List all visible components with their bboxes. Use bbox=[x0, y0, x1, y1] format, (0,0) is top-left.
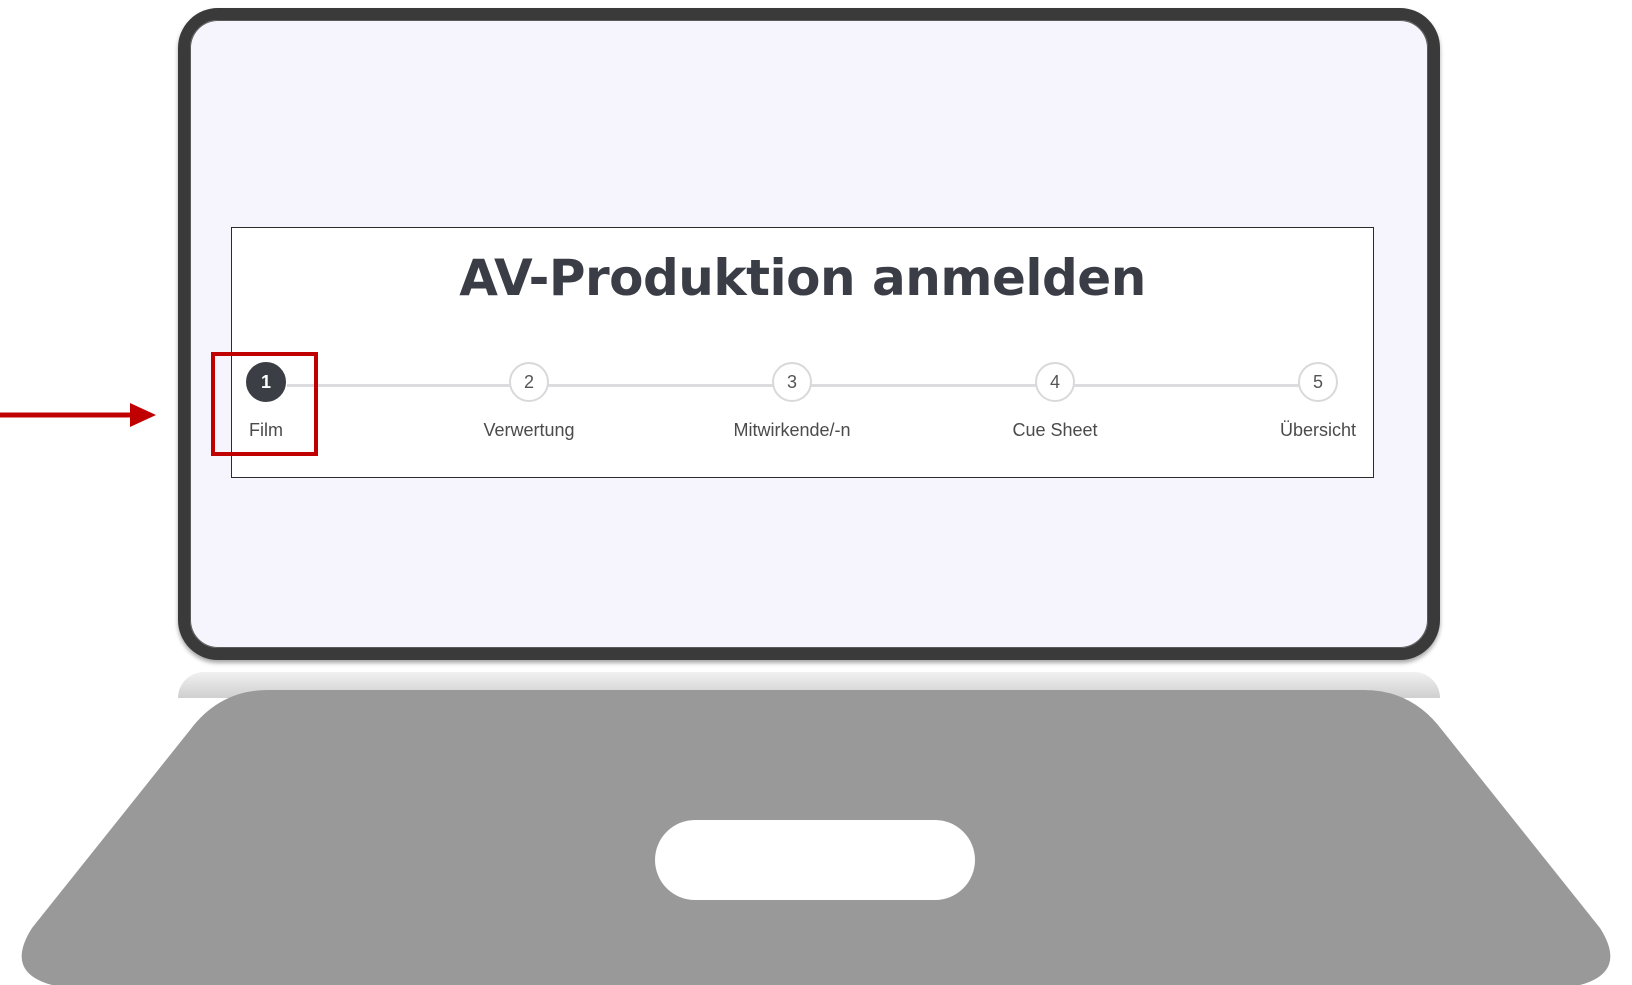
step-number: 4 bbox=[1035, 362, 1075, 402]
step-label: Mitwirkende/-n bbox=[733, 420, 851, 440]
laptop-touchpad bbox=[655, 820, 975, 900]
step-label: Übersicht bbox=[1279, 420, 1357, 440]
step-label: Cue Sheet bbox=[1012, 420, 1098, 440]
laptop-base bbox=[0, 690, 1632, 985]
progress-stepper: 1 Film 2 Verwertung 3 Mitwirkende/-n 4 C… bbox=[232, 228, 1375, 479]
step-mitwirkende[interactable]: 3 Mitwirkende/-n bbox=[702, 362, 882, 441]
step-verwertung[interactable]: 2 Verwertung bbox=[439, 362, 619, 441]
step-label: Verwertung bbox=[483, 420, 575, 440]
annotation-highlight-box bbox=[211, 352, 318, 456]
registration-panel: AV-Produktion anmelden 1 Film 2 Verwertu… bbox=[231, 227, 1374, 478]
step-uebersicht[interactable]: 5 Übersicht bbox=[1228, 362, 1408, 441]
step-number: 2 bbox=[509, 362, 549, 402]
step-number: 5 bbox=[1298, 362, 1338, 402]
arrow-right-icon bbox=[0, 400, 160, 434]
step-cue-sheet[interactable]: 4 Cue Sheet bbox=[965, 362, 1145, 441]
laptop-illustration: AV-Produktion anmelden 1 Film 2 Verwertu… bbox=[0, 0, 1632, 985]
step-number: 3 bbox=[772, 362, 812, 402]
